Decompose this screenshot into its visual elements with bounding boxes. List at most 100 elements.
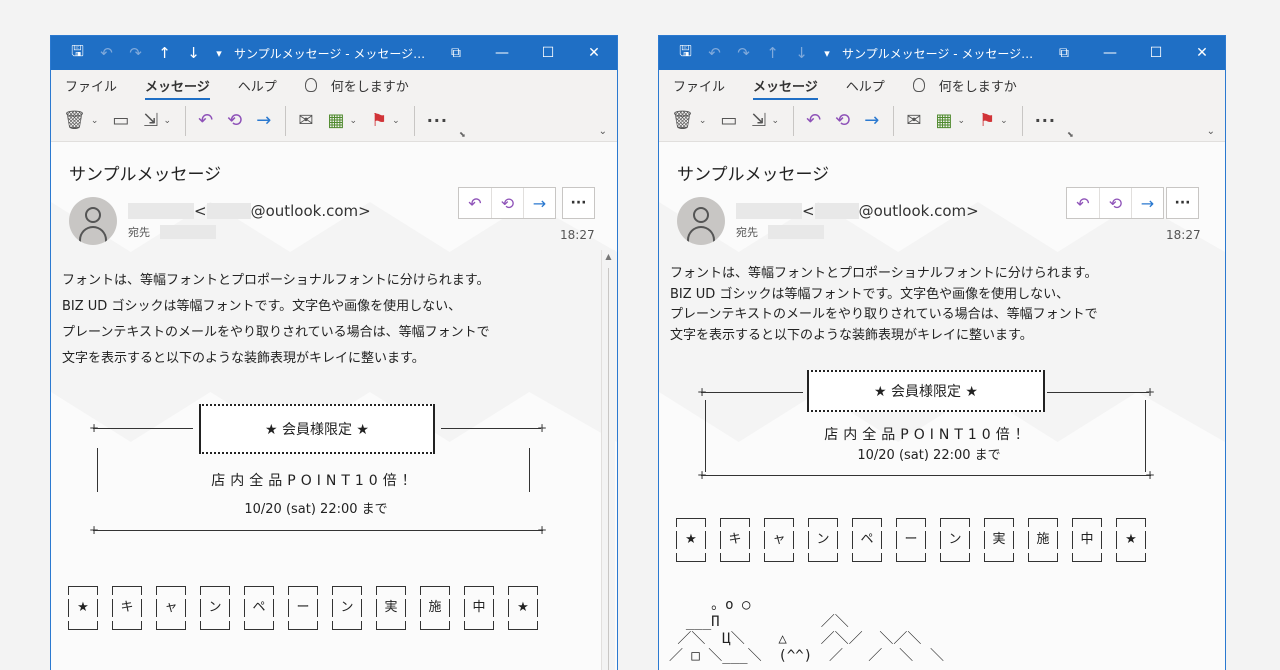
move-button[interactable]: ⇲ ⌄	[751, 110, 779, 131]
message-time: 18:27	[1166, 228, 1201, 242]
tell-me-box[interactable]: 何をしますか	[912, 76, 1017, 95]
tell-me-label: 何をしますか	[330, 79, 409, 95]
shop-line: 店内全品POINT10倍！	[824, 427, 1034, 443]
redo-icon[interactable]: ↷	[121, 36, 150, 70]
reply-icon[interactable]: ↶	[459, 188, 491, 218]
campaign-char-box: キ	[112, 586, 142, 630]
mail-button[interactable]: ✉	[298, 110, 313, 131]
menu-help[interactable]: ヘルプ	[846, 76, 885, 95]
undo-icon[interactable]: ↶	[92, 36, 121, 70]
campaign-char: ★	[1116, 531, 1146, 549]
forward-icon: →	[256, 110, 272, 131]
close-icon[interactable]: ✕	[1179, 36, 1225, 70]
maximize-icon[interactable]: ☐	[525, 36, 571, 70]
menu-file[interactable]: ファイル	[65, 76, 117, 95]
down-arrow-icon[interactable]: ↓	[179, 36, 208, 70]
restore-icon[interactable]: ⧉	[1041, 36, 1087, 70]
ribbon-expand-icon[interactable]: ⌄	[1207, 126, 1215, 137]
up-arrow-icon[interactable]: ↑	[150, 36, 179, 70]
menu-message[interactable]: メッセージ	[145, 76, 210, 100]
forward-button[interactable]: →	[256, 110, 271, 131]
delete-button[interactable]: 🗑 ⌄	[671, 110, 706, 131]
campaign-char-box: ン	[200, 586, 230, 630]
body-line: プレーンテキストのメールをやり取りされている場合は、等幅フォントで	[62, 325, 490, 340]
campaign-char: 実	[376, 599, 406, 617]
reply-all-button[interactable]: ⟲	[227, 110, 242, 131]
undo-icon[interactable]: ↶	[700, 36, 729, 70]
redacted-recipient	[768, 225, 824, 239]
body-line: BIZ UD ゴシックは等幅フォントです。文字色や画像を使用しない、	[62, 299, 462, 314]
menu-message[interactable]: メッセージ	[753, 76, 818, 100]
more-actions-button[interactable]: ···	[562, 187, 595, 219]
up-arrow-icon[interactable]: ↑	[758, 36, 787, 70]
campaign-char-box: 中	[1072, 518, 1102, 562]
move-button[interactable]: ⇲ ⌄	[143, 110, 171, 131]
forward-icon: →	[864, 110, 880, 131]
customize-icon[interactable]: ▾	[208, 36, 230, 70]
menu-help[interactable]: ヘルプ	[238, 76, 277, 95]
save-icon[interactable]: 🖫	[671, 36, 700, 70]
close-icon[interactable]: ✕	[571, 36, 617, 70]
reply-all-button[interactable]: ⟲	[835, 110, 850, 131]
flag-button[interactable]: ⚑ ⌄	[371, 110, 400, 131]
campaign-char-box: ン	[808, 518, 838, 562]
more-actions-button[interactable]: ···	[1166, 187, 1199, 219]
categorize-button[interactable]: ▦ ⌄	[327, 110, 357, 131]
forward-button[interactable]: →	[864, 110, 879, 131]
dialog-launcher-icon[interactable]: ⬊	[1067, 130, 1074, 139]
categorize-button[interactable]: ▦ ⌄	[935, 110, 965, 131]
campaign-char: ー	[288, 599, 318, 617]
minimize-icon[interactable]: —	[1087, 36, 1133, 70]
save-icon[interactable]: 🖫	[63, 36, 92, 70]
minimize-icon[interactable]: —	[479, 36, 525, 70]
frame-line	[93, 428, 193, 429]
campaign-char: キ	[112, 599, 142, 617]
reply-icon[interactable]: ↶	[1067, 188, 1099, 218]
ribbon: 🗑 ⌄ ▭ ⇲ ⌄ ↶ ⟲ → ✉ ▦ ⌄ ⚑ ⌄ ··· ⬊ ⌄	[51, 100, 617, 142]
frame-corner: +	[697, 385, 708, 399]
forward-icon[interactable]: →	[523, 188, 555, 218]
sender-address[interactable]: < @outlook.com>	[128, 202, 371, 220]
more-icon[interactable]: ···	[427, 111, 448, 130]
ribbon-expand-icon[interactable]: ⌄	[599, 126, 607, 137]
frame-line	[441, 428, 541, 429]
frame-line	[701, 392, 803, 393]
archive-button[interactable]: ▭	[720, 110, 737, 131]
frame-line	[1047, 392, 1149, 393]
delete-button[interactable]: 🗑 ⌄	[63, 110, 98, 131]
down-arrow-icon[interactable]: ↓	[787, 36, 816, 70]
scrollbar[interactable]: ▲	[601, 250, 615, 670]
dialog-launcher-icon[interactable]: ⬊	[459, 130, 466, 139]
flag-button[interactable]: ⚑ ⌄	[979, 110, 1008, 131]
forward-icon[interactable]: →	[1131, 188, 1163, 218]
lightbulb-icon	[912, 78, 925, 92]
to-label: 宛先	[736, 226, 758, 239]
reply-button[interactable]: ↶	[806, 110, 821, 131]
redo-icon[interactable]: ↷	[729, 36, 758, 70]
outlook-window-proportional: 🖫 ↶ ↷ ↑ ↓ ▾ サンプルメッセージ - メッセージ… ⧉ — ☐ ✕ フ…	[50, 35, 618, 670]
reply-button[interactable]: ↶	[198, 110, 213, 131]
delete-icon: 🗑	[63, 110, 86, 131]
reply-all-icon: ⟲	[227, 110, 243, 131]
more-icon[interactable]: ···	[1035, 111, 1056, 130]
sender-address[interactable]: < @outlook.com>	[736, 202, 979, 220]
reply-all-icon[interactable]: ⟲	[1099, 188, 1131, 218]
ribbon-separator	[285, 105, 287, 136]
message-subject: サンプルメッセージ	[69, 165, 222, 185]
campaign-char-box: 実	[376, 586, 406, 630]
shop-line: 店内全品POINT10倍！	[211, 473, 421, 489]
restore-icon[interactable]: ⧉	[433, 36, 479, 70]
campaign-char-box: ★	[1116, 518, 1146, 562]
maximize-icon[interactable]: ☐	[1133, 36, 1179, 70]
ribbon-separator	[893, 105, 895, 136]
mail-button[interactable]: ✉	[906, 110, 921, 131]
frame-line	[93, 530, 543, 531]
window-title: サンプルメッセージ - メッセージ…	[842, 46, 1034, 61]
campaign-char: ー	[896, 531, 926, 549]
menu-file[interactable]: ファイル	[673, 76, 725, 95]
reply-all-icon[interactable]: ⟲	[491, 188, 523, 218]
customize-icon[interactable]: ▾	[816, 36, 838, 70]
archive-button[interactable]: ▭	[112, 110, 129, 131]
frame-corner: +	[89, 421, 100, 435]
tell-me-box[interactable]: 何をしますか	[304, 76, 409, 95]
